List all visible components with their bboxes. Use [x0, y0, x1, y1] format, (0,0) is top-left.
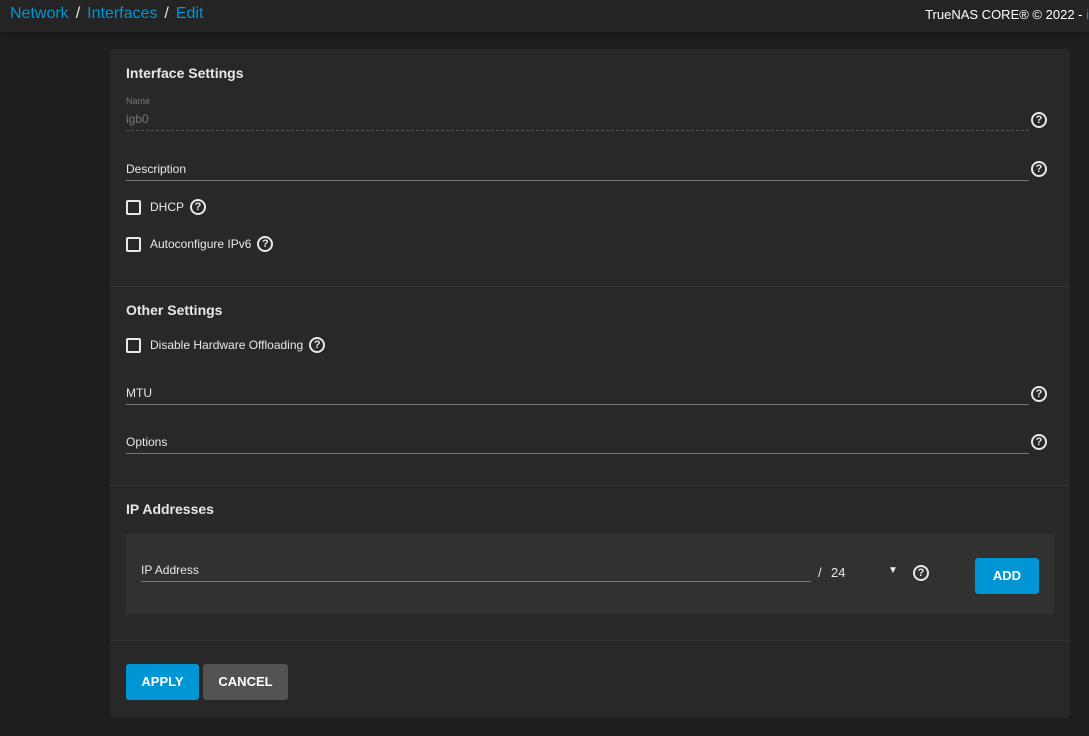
top-bar: Network / Interfaces / Edit TrueNAS CORE® © … — [0, 0, 1089, 33]
ip-address-input[interactable]: IP Address — [141, 562, 811, 582]
cancel-button[interactable]: CANCEL — [203, 664, 288, 700]
dhcp-label: DHCP — [150, 200, 185, 214]
name-value: igb0 — [126, 112, 149, 126]
chevron-down-icon[interactable]: ▼ — [888, 565, 898, 576]
description-input[interactable]: Description — [126, 161, 1029, 181]
disable-hardware-offloading-label: Disable Hardware Offloading — [150, 338, 304, 352]
help-icon[interactable]: ? — [1031, 112, 1047, 128]
copyright: TrueNAS CORE® © 2022 - i — [925, 7, 1089, 22]
autoconfigure-ipv6-label: Autoconfigure IPv6 — [150, 237, 252, 251]
section-title-other-settings: Other Settings — [126, 302, 223, 318]
netmask-value: 24 — [831, 565, 846, 580]
help-icon[interactable]: ? — [190, 199, 207, 215]
section-title-ip-addresses: IP Addresses — [126, 501, 214, 517]
ip-address-row: IP Address / 24 ▼ ? ADD — [126, 534, 1054, 614]
breadcrumb-interfaces[interactable]: Interfaces — [87, 5, 157, 22]
breadcrumb-separator: / — [164, 5, 169, 22]
add-button[interactable]: ADD — [975, 558, 1039, 594]
breadcrumb-edit: Edit — [175, 5, 204, 22]
interface-form-card: Interface Settings Name igb0 ? Descripti… — [110, 49, 1070, 718]
name-label: Name — [126, 96, 151, 106]
breadcrumb-network[interactable]: Network — [10, 5, 69, 22]
breadcrumb-separator: / — [75, 5, 81, 22]
apply-button[interactable]: APPLY — [126, 664, 199, 700]
mtu-input[interactable]: MTU — [126, 385, 1029, 405]
options-input[interactable]: Options — [126, 434, 1029, 454]
help-icon[interactable]: ? — [309, 337, 326, 353]
netmask-slash: / — [818, 565, 822, 580]
divider — [110, 485, 1070, 486]
help-icon[interactable]: ? — [257, 236, 274, 252]
section-title-interface-settings: Interface Settings — [126, 65, 244, 81]
copyright-text: TrueNAS CORE® © 2022 - — [925, 7, 1087, 22]
mtu-label: MTU — [126, 386, 152, 400]
name-field: Name igb0 — [126, 96, 1029, 131]
netmask-select[interactable]: 24 ▼ — [831, 565, 901, 583]
dhcp-checkbox[interactable]: DHCP ? — [126, 199, 207, 215]
help-icon[interactable]: ? — [1031, 161, 1047, 177]
divider — [110, 286, 1070, 287]
autoconfigure-ipv6-checkbox[interactable]: Autoconfigure IPv6 ? — [126, 236, 274, 252]
description-label: Description — [126, 162, 187, 176]
divider — [110, 640, 1070, 641]
checkbox-box[interactable] — [126, 236, 141, 252]
options-label: Options — [126, 435, 168, 449]
ip-address-label: IP Address — [141, 563, 199, 577]
checkbox-box[interactable] — [126, 199, 141, 215]
help-icon[interactable]: ? — [1031, 434, 1047, 450]
help-icon[interactable]: ? — [1031, 386, 1047, 402]
disable-hardware-offloading-checkbox[interactable]: Disable Hardware Offloading ? — [126, 337, 326, 353]
help-icon[interactable]: ? — [913, 565, 929, 581]
breadcrumb: Network / Interfaces / Edit — [10, 5, 203, 23]
checkbox-box[interactable] — [126, 337, 141, 353]
